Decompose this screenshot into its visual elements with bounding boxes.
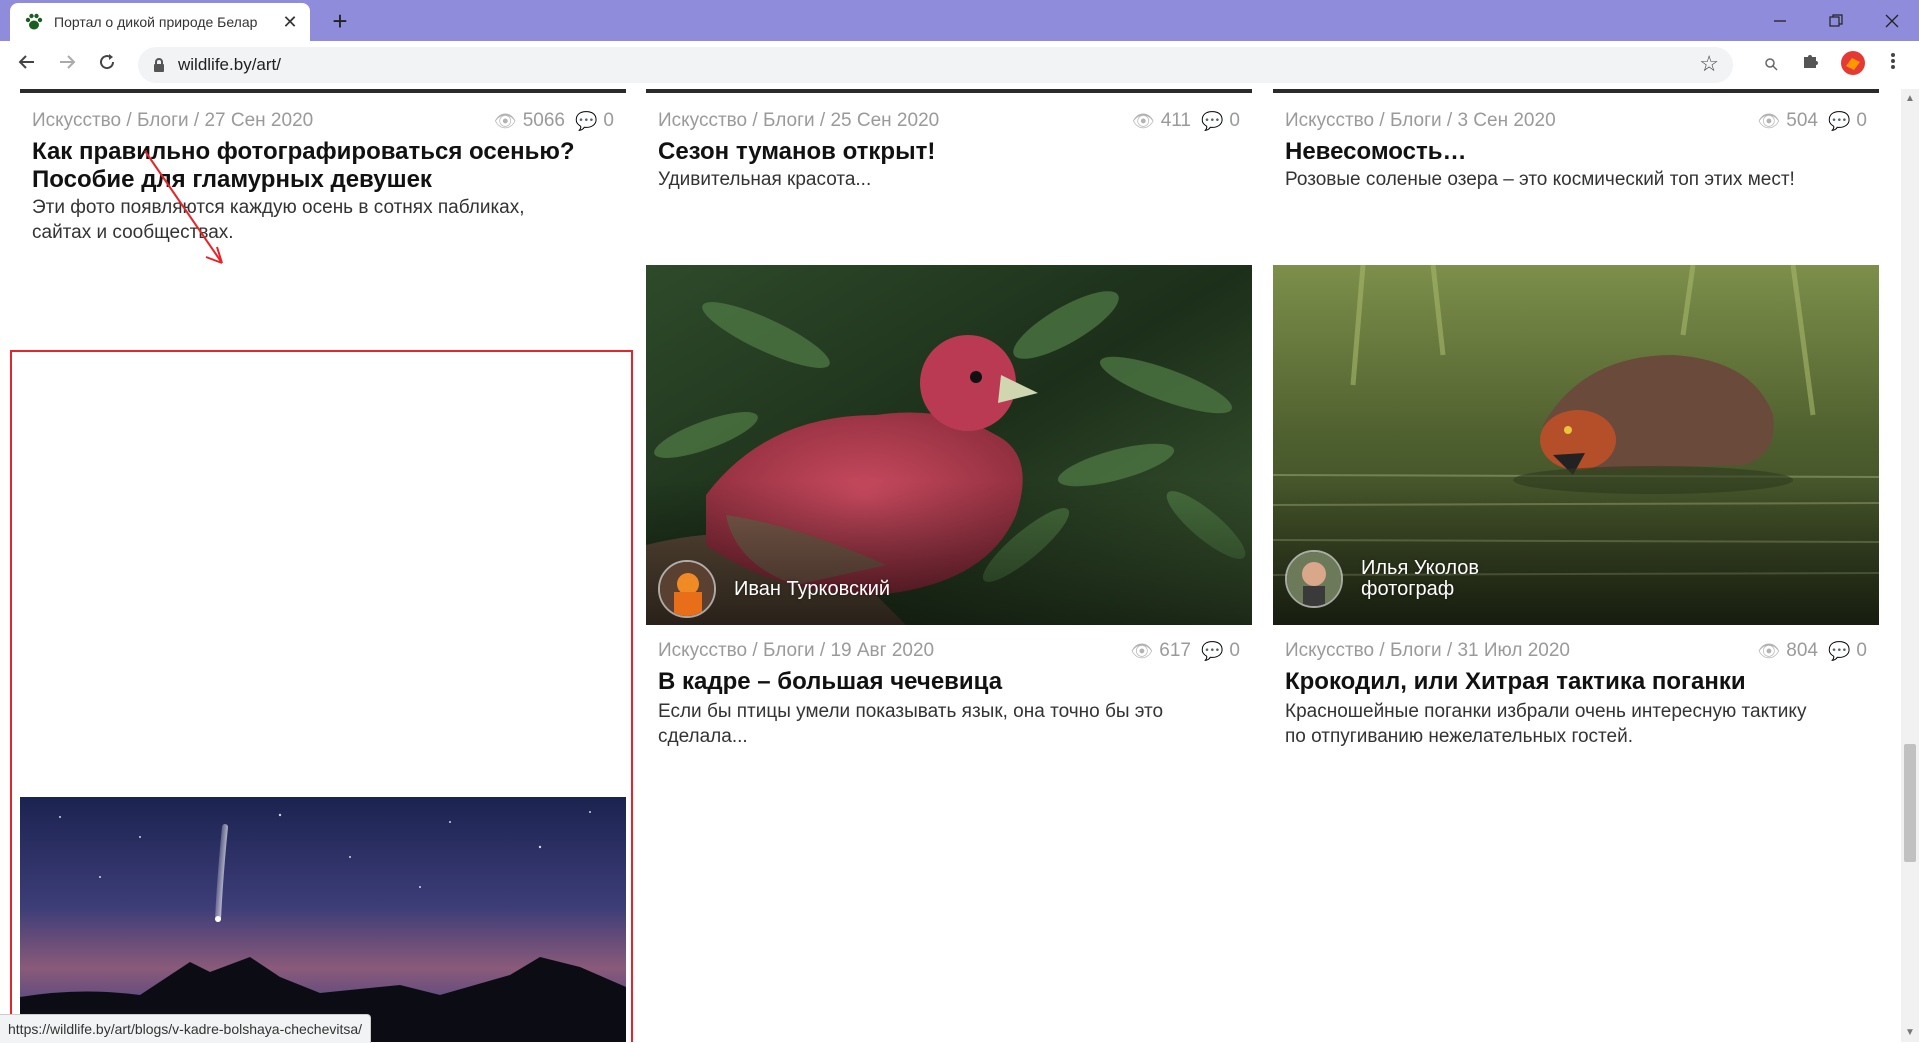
scroll-thumb[interactable]: [1904, 744, 1916, 862]
puzzle-icon[interactable]: [1796, 50, 1826, 80]
article-stats: 👁 804 💬 0: [1757, 640, 1867, 662]
comment-count: 0: [1229, 110, 1240, 131]
eye-icon: 👁: [1131, 110, 1155, 131]
forward-button[interactable]: [52, 50, 82, 80]
star-icon[interactable]: ☆: [1699, 51, 1719, 77]
article-stats: 👁 504 💬 0: [1757, 110, 1867, 132]
arrow-right-icon: [60, 55, 76, 69]
article-excerpt: Удивительная красота...: [658, 169, 872, 190]
comment-icon: 💬: [1828, 110, 1851, 131]
annotation-box: [10, 350, 633, 1042]
image-bottom-edge: [646, 89, 1252, 93]
author-name: Илья Уколов: [1361, 557, 1479, 579]
article-excerpt: Розовые соленые озера – это космический …: [1285, 169, 1795, 190]
reload-button[interactable]: [92, 50, 122, 80]
view-count: 804: [1786, 640, 1818, 661]
comment-icon: 💬: [575, 110, 598, 131]
reload-icon: [100, 54, 115, 70]
comment-count: 0: [1856, 640, 1867, 661]
article-stats: 👁 411 💬 0: [1132, 110, 1240, 132]
close-tab-icon[interactable]: ✕: [280, 12, 300, 33]
article-meta: Искусство / Блоги / 31 Июл 2020 👁 804 💬 …: [1285, 639, 1867, 663]
paw-icon: [25, 13, 43, 30]
author-block[interactable]: Иван Турковский: [658, 560, 890, 618]
annotation-arrow: [144, 150, 223, 264]
eye-icon: 👁: [1130, 640, 1154, 661]
profile-avatar[interactable]: [1838, 50, 1868, 80]
article-excerpt: Красношейные поганки избрали очень интер…: [1285, 701, 1807, 747]
article-meta: Искусство / Блоги / 19 Авг 2020 👁 617 💬 …: [658, 639, 1240, 663]
article-category-date: Искусство / Блоги / 19 Авг 2020: [658, 640, 935, 661]
article-stats: 👁 5066 💬 0: [494, 110, 614, 132]
back-button[interactable]: [12, 50, 42, 80]
comment-icon: 💬: [1201, 640, 1224, 661]
article-title[interactable]: Сезон туманов открыт!: [658, 138, 1242, 166]
author-block[interactable]: Илья Уколов фотограф: [1285, 550, 1479, 608]
minimize-button[interactable]: [1755, 0, 1805, 41]
eye-icon: 👁: [1757, 110, 1781, 131]
eye-icon: 👁: [493, 110, 517, 131]
minimize-icon: [1774, 19, 1786, 22]
author-avatar[interactable]: [1285, 550, 1343, 608]
author-role: фотограф: [1361, 578, 1455, 600]
page-content: Искусство / Блоги / 27 Сен 2020 👁 5066 💬…: [0, 89, 1901, 1042]
browser-toolbar: wildlife.by/art/ ☆: [0, 41, 1919, 90]
eye-icon: 👁: [1757, 640, 1781, 661]
article-meta: Искусство / Блоги / 3 Сен 2020 👁 504 💬 0: [1285, 109, 1867, 133]
article-title[interactable]: Крокодил, или Хитрая тактика поганки: [1285, 668, 1869, 696]
article-category-date: Искусство / Блоги / 25 Сен 2020: [658, 110, 940, 131]
scroll-up-icon[interactable]: ▲: [1901, 93, 1919, 104]
arrow-left-icon: [18, 55, 34, 69]
page-scrollbar[interactable]: ▲ ▼: [1901, 89, 1919, 1042]
comment-count: 0: [1229, 640, 1240, 661]
status-bar-url: https://wildlife.by/art/blogs/v-kadre-bo…: [0, 1014, 372, 1043]
scroll-down-icon[interactable]: ▼: [1901, 1027, 1919, 1038]
comment-icon: 💬: [1201, 110, 1224, 131]
kebab-icon[interactable]: [1878, 50, 1908, 80]
article-excerpt: Если бы птицы умели показывать язык, она…: [658, 701, 1164, 747]
comment-count: 0: [1856, 110, 1867, 131]
close-icon: [1885, 14, 1899, 27]
lock-icon: [154, 58, 164, 72]
new-tab-button[interactable]: +: [325, 6, 355, 36]
view-count: 5066: [522, 110, 565, 131]
article-stats: 👁 617 💬 0: [1130, 640, 1240, 662]
article-title[interactable]: Невесомость…: [1285, 138, 1869, 166]
browser-titlebar: Портал о дикой природе Белар ✕ +: [0, 0, 1919, 41]
view-count: 411: [1160, 110, 1191, 131]
close-window-button[interactable]: [1867, 0, 1917, 41]
address-bar[interactable]: wildlife.by/art/ ☆: [138, 47, 1733, 83]
search-extension-icon[interactable]: [1756, 50, 1786, 80]
author-avatar[interactable]: [658, 560, 716, 618]
view-count: 504: [1786, 110, 1818, 131]
view-count: 617: [1159, 640, 1191, 661]
article-category-date: Искусство / Блоги / 3 Сен 2020: [1285, 110, 1556, 131]
restore-icon: [1829, 13, 1843, 27]
article-category-date: Искусство / Блоги / 31 Июл 2020: [1285, 640, 1570, 661]
comment-icon: 💬: [1828, 640, 1851, 661]
url-text: wildlife.by/art/: [178, 55, 281, 74]
browser-tab[interactable]: Портал о дикой природе Белар ✕: [10, 3, 310, 41]
comment-count: 0: [603, 110, 614, 131]
author-name: Иван Турковский: [734, 577, 891, 600]
restore-button[interactable]: [1811, 0, 1861, 41]
tab-title: Портал о дикой природе Белар: [54, 14, 258, 30]
article-meta: Искусство / Блоги / 25 Сен 2020 👁 411 💬 …: [658, 109, 1240, 133]
article-title[interactable]: В кадре – большая чечевица: [658, 668, 1242, 696]
image-bottom-edge: [1273, 89, 1879, 93]
